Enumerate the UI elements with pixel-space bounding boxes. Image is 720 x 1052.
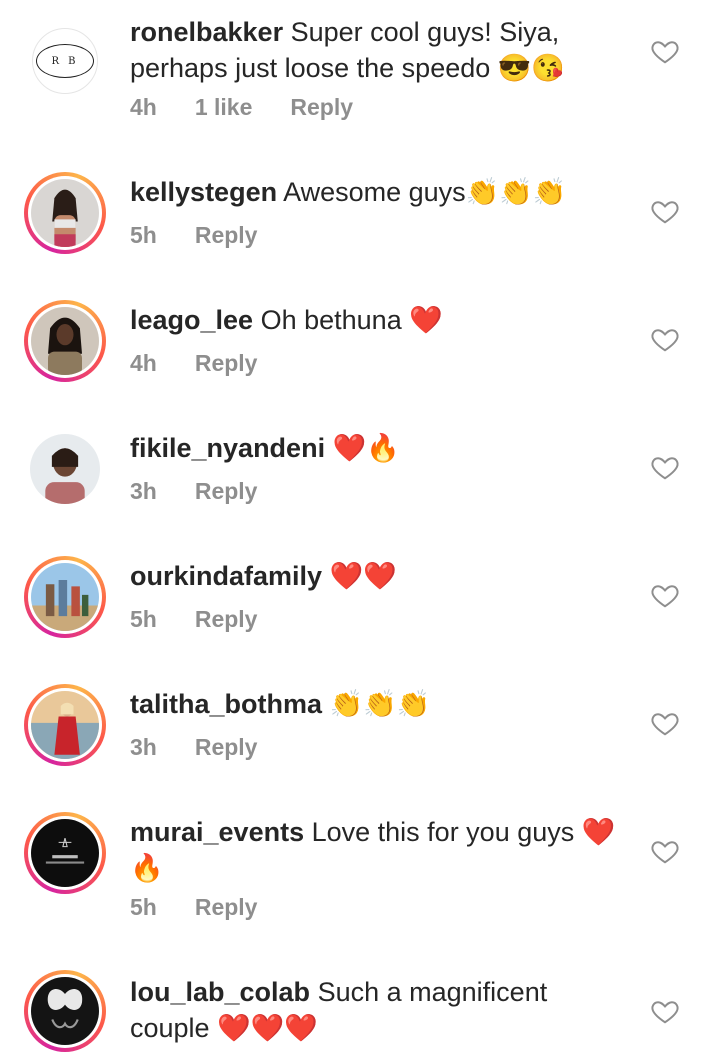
comment-text: murai_events Love this for you guys ❤️ 🔥 [130, 814, 620, 886]
comment-likes[interactable]: 1 like [195, 94, 253, 121]
heart-icon[interactable] [650, 996, 680, 1026]
reply-button[interactable]: Reply [195, 222, 258, 249]
comment-meta: 3h Reply [130, 734, 257, 761]
heart-icon[interactable] [650, 580, 680, 610]
comment-body: ❤️🔥 [332, 433, 400, 463]
comment-time: 3h [130, 734, 157, 760]
comment-body: 👏👏👏 [329, 689, 431, 719]
avatar[interactable]: R B [32, 28, 98, 94]
avatar[interactable] [24, 428, 106, 510]
comment-time: 3h [130, 478, 157, 504]
comment-body: Oh bethuna ❤️ [260, 305, 443, 335]
comment-username[interactable]: talitha_bothma [130, 689, 322, 719]
avatar[interactable] [24, 812, 106, 894]
comment-text: ronelbakker Super cool guys! Siya, perha… [130, 14, 610, 86]
comment-meta: 5h Reply [130, 222, 257, 249]
comment-text: kellystegen Awesome guys👏👏👏 [130, 174, 610, 210]
heart-icon[interactable] [650, 836, 680, 866]
reply-button[interactable]: Reply [290, 94, 353, 121]
heart-icon[interactable] [650, 324, 680, 354]
comment-time: 4h [130, 350, 157, 376]
comment-body: Awesome guys👏👏👏 [283, 177, 567, 207]
comment-meta: 4h 1 like Reply [130, 94, 353, 121]
reply-button[interactable]: Reply [195, 478, 258, 505]
avatar[interactable] [24, 970, 106, 1052]
comment-username[interactable]: murai_events [130, 817, 304, 847]
heart-icon[interactable] [650, 36, 680, 66]
reply-button[interactable]: Reply [195, 606, 258, 633]
comment-meta: 4h Reply [130, 350, 257, 377]
comment-text: fikile_nyandeni ❤️🔥 [130, 430, 610, 466]
avatar[interactable] [24, 300, 106, 382]
comment-text: ourkindafamily ❤️❤️ [130, 558, 610, 594]
comment-time: 5h [130, 222, 157, 248]
comment-text: talitha_bothma 👏👏👏 [130, 686, 610, 722]
comment-body: ❤️❤️ [329, 561, 397, 591]
comment-text: lou_lab_colab Such a magnificent couple … [130, 974, 610, 1046]
comment-username[interactable]: lou_lab_colab [130, 977, 310, 1007]
comment-meta: 5h Reply [130, 606, 257, 633]
heart-icon[interactable] [650, 196, 680, 226]
reply-button[interactable]: Reply [195, 734, 258, 761]
comment-meta: 3h Reply [130, 478, 257, 505]
reply-button[interactable]: Reply [195, 894, 258, 921]
reply-button[interactable]: Reply [195, 350, 258, 377]
heart-icon[interactable] [650, 452, 680, 482]
comment-meta: 5h Reply [130, 894, 257, 921]
comment-time: 4h [130, 94, 157, 120]
comment-username[interactable]: fikile_nyandeni [130, 433, 325, 463]
avatar[interactable] [24, 556, 106, 638]
heart-icon[interactable] [650, 708, 680, 738]
comment-text: leago_lee Oh bethuna ❤️ [130, 302, 610, 338]
comment-username[interactable]: kellystegen [130, 177, 277, 207]
comment-username[interactable]: leago_lee [130, 305, 253, 335]
comment-time: 5h [130, 894, 157, 920]
avatar-logo-text: R B [36, 44, 94, 78]
avatar[interactable] [24, 684, 106, 766]
comment-username[interactable]: ourkindafamily [130, 561, 322, 591]
comment-time: 5h [130, 606, 157, 632]
avatar[interactable] [24, 172, 106, 254]
comment-username[interactable]: ronelbakker [130, 17, 283, 47]
